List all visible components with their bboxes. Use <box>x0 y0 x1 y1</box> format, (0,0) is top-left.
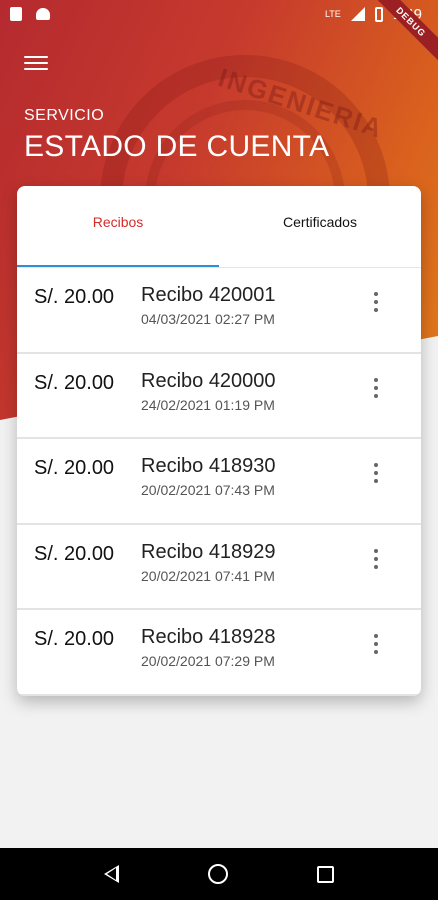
recent-square-icon[interactable] <box>316 865 334 883</box>
receipt-amount: S/. 20.00 <box>34 628 115 651</box>
back-triangle-icon[interactable] <box>104 865 120 883</box>
more-vertical-icon[interactable] <box>368 632 384 656</box>
receipt-date: 20/02/2021 07:29 PM <box>141 653 275 670</box>
receipt-date: 20/02/2021 07:43 PM <box>141 482 275 499</box>
receipt-title: Recibo 420000 <box>141 369 276 392</box>
more-vertical-icon[interactable] <box>368 290 384 314</box>
network-type: LTE <box>324 9 341 19</box>
home-circle-icon[interactable] <box>207 864 228 884</box>
receipt-title: Recibo 418929 <box>141 540 276 563</box>
battery-icon <box>374 6 383 22</box>
more-vertical-icon[interactable] <box>368 461 384 485</box>
receipt-row[interactable]: S/. 20.00 Recibo 420000 24/02/2021 01:19… <box>17 354 421 440</box>
signal-icon <box>350 7 365 21</box>
tab-indicator <box>17 265 219 267</box>
android-icon <box>36 8 50 20</box>
receipt-row[interactable]: S/. 20.00 Recibo 418928 20/02/2021 07:29… <box>17 610 421 696</box>
tab-bar: Recibos Certificados <box>17 186 421 268</box>
receipt-row[interactable]: S/. 20.00 Recibo 420001 04/03/2021 02:27… <box>17 268 421 354</box>
receipt-row[interactable]: S/. 20.00 Recibo 418930 20/02/2021 07:43… <box>17 439 421 525</box>
notification-icon <box>10 7 22 21</box>
receipt-title: Recibo 418928 <box>141 626 276 649</box>
receipt-amount: S/. 20.00 <box>34 542 115 565</box>
receipt-title: Recibo 420001 <box>141 284 276 306</box>
receipt-amount: S/. 20.00 <box>34 286 115 308</box>
section-label: SERVICIO <box>24 107 105 124</box>
receipt-date: 20/02/2021 07:41 PM <box>141 567 275 584</box>
system-nav-bar <box>0 848 438 900</box>
hamburger-icon[interactable] <box>24 52 48 74</box>
receipt-amount: S/. 20.00 <box>34 371 115 394</box>
receipt-title: Recibo 418930 <box>141 455 276 478</box>
tab-recibos[interactable]: Recibos <box>17 186 219 267</box>
receipt-date: 04/03/2021 02:27 PM <box>141 311 275 327</box>
receipt-amount: S/. 20.00 <box>34 457 115 480</box>
tab-certificados[interactable]: Certificados <box>219 186 421 267</box>
receipt-date: 24/02/2021 01:19 PM <box>141 396 275 413</box>
account-card: Recibos Certificados S/. 20.00 Recibo 42… <box>17 186 421 696</box>
page-title: ESTADO DE CUENTA <box>24 130 330 163</box>
more-vertical-icon[interactable] <box>368 376 384 400</box>
receipt-row[interactable]: S/. 20.00 Recibo 418929 20/02/2021 07:41… <box>17 525 421 611</box>
more-vertical-icon[interactable] <box>368 547 384 571</box>
status-bar: LTE 1:49 DEBUG <box>0 0 438 67</box>
